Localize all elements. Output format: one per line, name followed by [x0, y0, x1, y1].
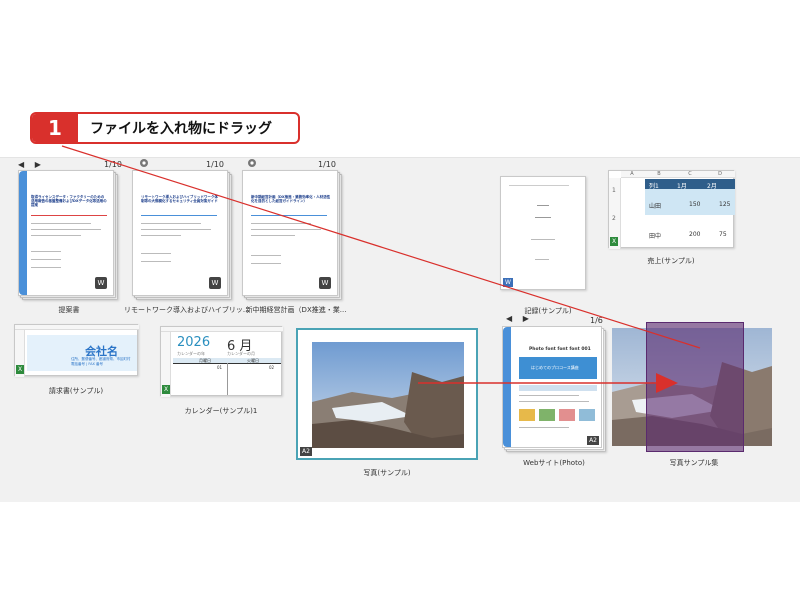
- proposal-label: 提案書: [58, 306, 80, 314]
- proposal-title: 取得ライセンスデータ・ファクタリーのための活用報告の基盤整備およびDXデータ化等…: [31, 195, 107, 207]
- proposal-page-nav[interactable]: ◀ ▶: [18, 160, 45, 169]
- remote-page-count: 1/10: [206, 160, 224, 169]
- photo-sample[interactable]: A2: [296, 328, 478, 460]
- photo-bundle-container[interactable]: [612, 322, 776, 452]
- photo-format-tag: A2: [300, 447, 312, 456]
- word-file-icon: W: [319, 277, 331, 289]
- clip-icon: [248, 159, 256, 167]
- calendar-year: 2026: [177, 335, 211, 350]
- excel-file-icon: X: [162, 385, 171, 394]
- proposal-page: 取得ライセンスデータ・ファクタリーのための活用報告の基盤整備およびDXデータ化等…: [18, 170, 114, 296]
- website-format-tag: A2: [587, 436, 599, 445]
- website-page: Photo font font font 001 はじめてのプロコース講座 A2: [502, 326, 602, 448]
- instruction-text: ファイルを入れ物にドラッグ: [90, 121, 272, 137]
- clip-icon: [140, 159, 148, 167]
- sales-spreadsheet[interactable]: A B C D 1 2 列1 1月 2月 山田 150 125 田中 200 7…: [608, 170, 735, 249]
- plan-page-count: 1/10: [318, 160, 336, 169]
- mountain-photo: [312, 342, 464, 448]
- calendar-spreadsheet[interactable]: 2026 6 月 カレンダーの年 カレンダーの月 月曜日 火曜日 01 02 X: [160, 326, 283, 397]
- website-page-count: 1/6: [590, 316, 603, 325]
- remote-work-page: リモートワーク導入およびハイブリッドワーク体制等の大規模化するセキュリティ全員対…: [132, 170, 228, 296]
- word-file-icon: W: [503, 278, 513, 287]
- proposal-document[interactable]: 取得ライセンスデータ・ファクタリーのための活用報告の基盤整備およびDXデータ化等…: [18, 170, 120, 302]
- midterm-plan-page: 新中期経営計画（DX推進・業務効率化・人材活性化を目的とした経営ガイドライン） …: [242, 170, 338, 296]
- calendar-label: カレンダー(サンプル)1: [184, 407, 258, 415]
- proposal-page-count: 1/10: [104, 160, 122, 169]
- word-file-icon: W: [209, 277, 221, 289]
- photo-bundle-label: 写真サンプル集: [669, 459, 719, 467]
- sales-label: 売上(サンプル): [647, 257, 695, 265]
- excel-file-icon: X: [16, 365, 25, 374]
- record-document[interactable]: W: [500, 176, 586, 290]
- midterm-plan-label: 新中期経営計画（DX推進・業...: [245, 306, 347, 314]
- photo-sample-label: 写真(サンプル): [363, 469, 411, 477]
- desk-area[interactable]: ◀ ▶ 1/10 取得ライセンスデータ・ファクタリーのための活用報告の基盤整備お…: [0, 157, 800, 502]
- remote-work-label: リモートワーク導入およびハイブリッ...: [124, 306, 250, 314]
- remote-work-document[interactable]: リモートワーク導入およびハイブリッドワーク体制等の大規模化するセキュリティ全員対…: [132, 170, 234, 302]
- drop-highlight: [646, 322, 744, 452]
- website-headline: Photo font font font 001: [529, 347, 591, 352]
- website-label: Webサイト(Photo): [523, 459, 585, 467]
- invoice-label: 請求書(サンプル): [48, 387, 104, 395]
- word-file-icon: W: [95, 277, 107, 289]
- excel-file-icon: X: [610, 237, 619, 246]
- invoice-spreadsheet[interactable]: 会社名 住所、郵便番号、都道府県、市区町村 電話番号 | FAX 番号 X: [14, 324, 139, 377]
- step-number: 1: [32, 114, 78, 142]
- instruction-callout: 1 ファイルを入れ物にドラッグ: [30, 112, 300, 144]
- website-page-nav[interactable]: ◀ ▶: [506, 314, 533, 323]
- website-document[interactable]: Photo font font font 001 はじめてのプロコース講座 A2: [502, 326, 606, 452]
- midterm-plan-document[interactable]: 新中期経営計画（DX推進・業務効率化・人材活性化を目的とした経営ガイドライン） …: [242, 170, 344, 302]
- midterm-plan-title: 新中期経営計画（DX推進・業務効率化・人材活性化を目的とした経営ガイドライン）: [251, 195, 331, 203]
- remote-work-title: リモートワーク導入およびハイブリッドワーク体制等の大規模化するセキュリティ全員対…: [141, 195, 218, 203]
